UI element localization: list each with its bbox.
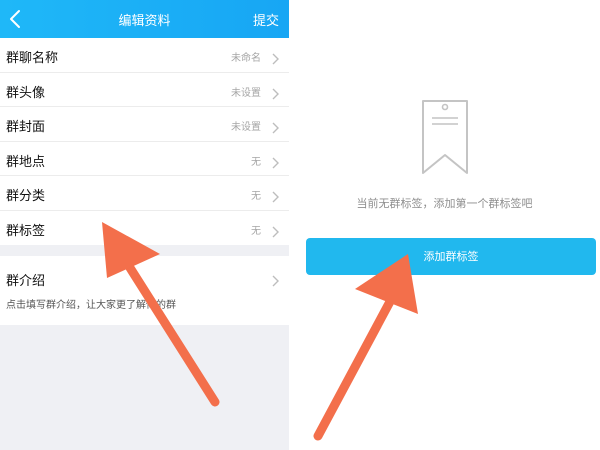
chevron-right-icon (271, 119, 279, 134)
row-value: 无 (251, 225, 261, 237)
group-intro-section[interactable]: 群介绍 点击填写群介绍，让大家更了解你的群 (0, 256, 289, 325)
chevron-right-icon (271, 50, 279, 65)
bookmark-tag-icon (420, 98, 470, 176)
chevron-right-icon (271, 272, 279, 287)
row-group-location[interactable]: 群地点 无 (0, 142, 289, 176)
submit-button[interactable]: 提交 (253, 10, 279, 29)
page-title: 编辑资料 (118, 14, 171, 29)
row-value: 无 (251, 191, 261, 202)
row-group-category[interactable]: 群分类 无 (0, 176, 289, 211)
row-value: 未设置 (231, 87, 261, 99)
group-tags-screen: 当前无群标签，添加第一个群标签吧 添加群标签 (289, 0, 600, 450)
row-label: 群头像 (6, 85, 46, 101)
row-group-avatar[interactable]: 群头像 未设置 (0, 73, 289, 107)
add-group-tag-button[interactable]: 添加群标签 (306, 238, 596, 275)
row-value: 未命名 (231, 53, 261, 64)
row-label: 群分类 (6, 189, 46, 204)
edit-profile-screen: 编辑资料 提交 群聊名称 未命名 群头像 未设置 群封面 未设置 群地点 无 群… (0, 0, 289, 450)
row-group-tags[interactable]: 群标签 无 (0, 211, 289, 246)
settings-list: 群聊名称 未命名 群头像 未设置 群封面 未设置 群地点 无 群分类 无 群标签… (0, 38, 289, 245)
row-value: 未设置 (231, 122, 261, 133)
chevron-right-icon (271, 154, 279, 168)
row-label: 群聊名称 (6, 51, 59, 66)
intro-label: 群介绍 (6, 274, 46, 289)
chevron-right-icon (271, 223, 279, 237)
chevron-right-icon (271, 188, 279, 203)
row-label: 群标签 (6, 223, 46, 239)
row-group-cover[interactable]: 群封面 未设置 (0, 107, 289, 142)
empty-state-text: 当前无群标签，添加第一个群标签吧 (356, 197, 533, 210)
row-label: 群封面 (6, 120, 46, 135)
top-navigation-bar: 编辑资料 提交 (0, 0, 289, 38)
chevron-right-icon (271, 85, 279, 99)
row-value: 无 (251, 156, 261, 168)
row-group-name[interactable]: 群聊名称 未命名 (0, 38, 289, 73)
intro-hint: 点击填写群介绍，让大家更了解你的群 (6, 300, 176, 311)
row-label: 群地点 (6, 154, 46, 170)
